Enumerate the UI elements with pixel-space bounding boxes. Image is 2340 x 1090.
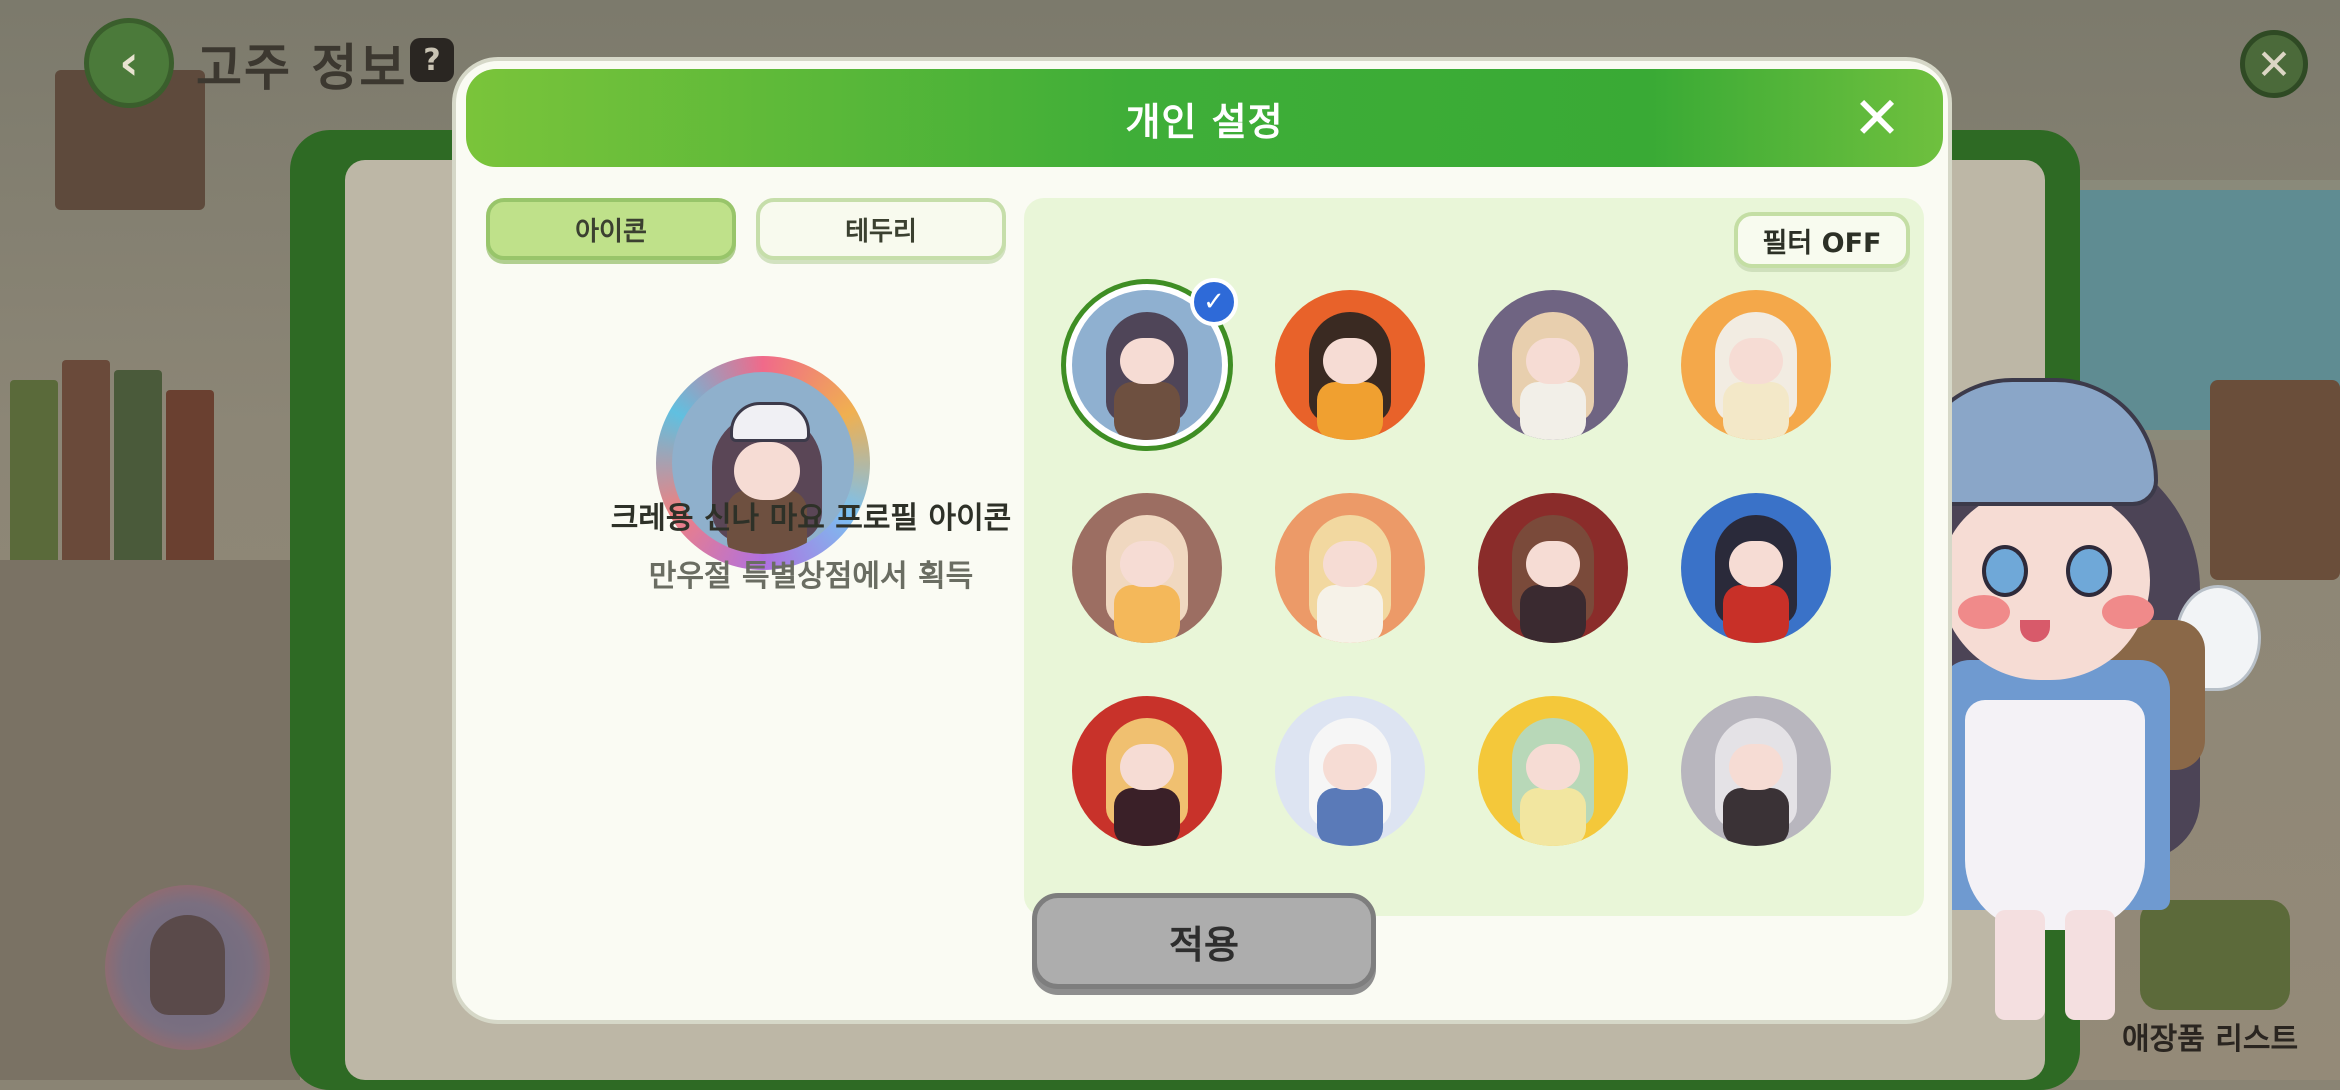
- close-dialog-button[interactable]: ✕: [1846, 87, 1908, 149]
- apply-button[interactable]: 적용: [1032, 893, 1376, 989]
- profile-icon-option[interactable]: [1681, 696, 1831, 846]
- profile-icon-option[interactable]: [1072, 696, 1222, 846]
- selected-check-icon: ✓: [1190, 278, 1238, 326]
- dialog-title: 개인 설정: [1125, 99, 1284, 144]
- profile-icon-option[interactable]: [1275, 493, 1425, 643]
- filter-toggle-button[interactable]: 필터 OFF: [1734, 212, 1910, 268]
- profile-icon-option[interactable]: [1478, 290, 1628, 440]
- dialog-header: 개인 설정 ✕: [466, 69, 1943, 167]
- tab-icon[interactable]: 아이콘: [486, 198, 736, 260]
- selected-icon-preview: [656, 356, 870, 570]
- profile-icon-option[interactable]: [1681, 493, 1831, 643]
- personal-settings-dialog: 개인 설정 ✕ 아이콘 테두리 크레용 신나 마요 프로필 아이콘 만우절 특별…: [452, 57, 1952, 1024]
- profile-icon-option[interactable]: [1681, 290, 1831, 440]
- profile-icon-option[interactable]: [1072, 493, 1222, 643]
- profile-icon-option[interactable]: [1275, 696, 1425, 846]
- profile-icon-option[interactable]: [1275, 290, 1425, 440]
- close-icon: ✕: [1852, 84, 1902, 152]
- tab-frame[interactable]: 테두리: [756, 198, 1006, 260]
- profile-icon-option[interactable]: [1478, 493, 1628, 643]
- profile-icon-option[interactable]: [1478, 696, 1628, 846]
- icon-grid-panel[interactable]: 필터 OFF ✓: [1024, 198, 1924, 916]
